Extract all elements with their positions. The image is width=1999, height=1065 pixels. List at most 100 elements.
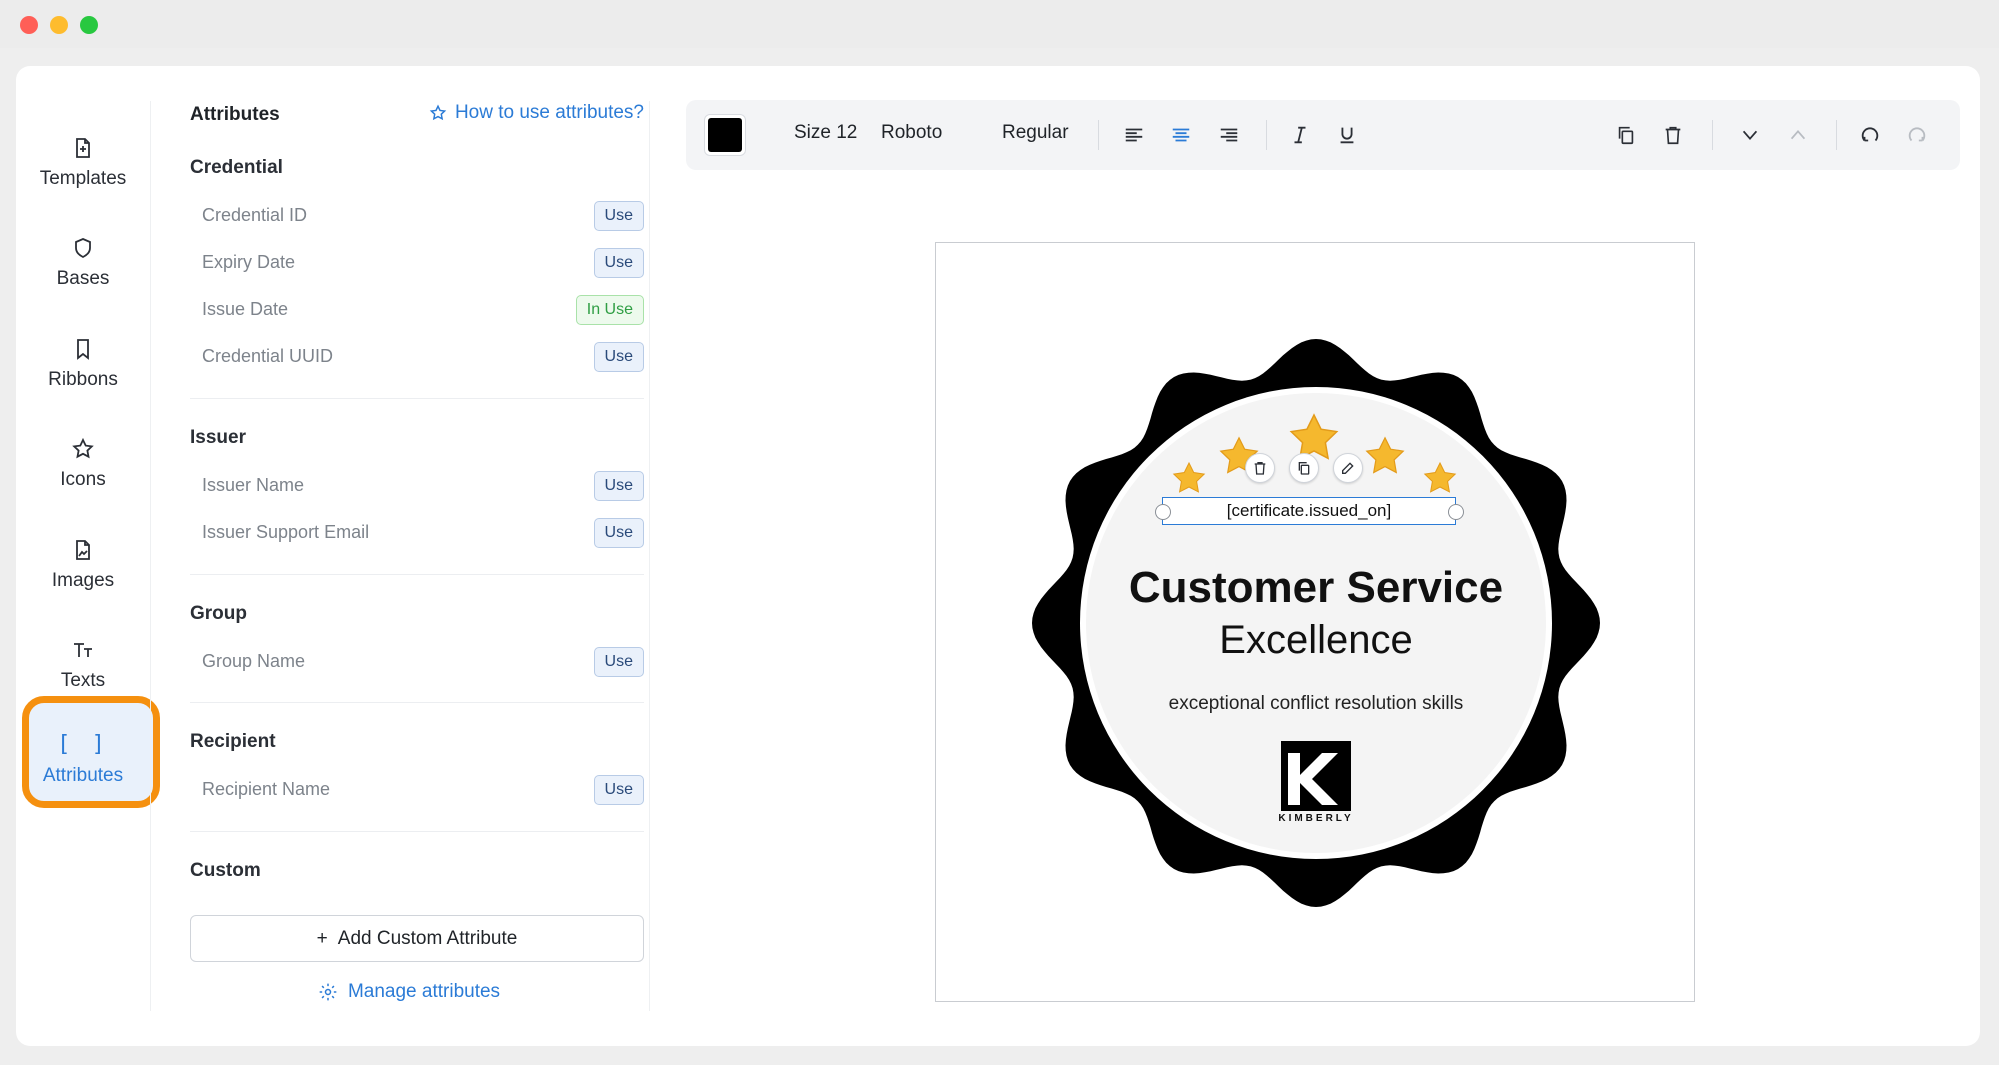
underline-button[interactable]	[1333, 121, 1361, 149]
logo-wordmark: KIMBERLY	[1278, 813, 1354, 824]
element-edit-button[interactable]	[1333, 453, 1363, 483]
duplicate-button[interactable]	[1612, 121, 1640, 149]
attribute-row: Recipient Name Use	[190, 766, 644, 813]
copy-icon	[1298, 462, 1310, 475]
align-center-icon	[1172, 128, 1190, 142]
brackets-icon: [ ]	[57, 731, 109, 757]
section-divider	[190, 398, 644, 399]
editor-card: Templates Bases Ribbons Icons Images Tex…	[16, 66, 1980, 1046]
use-button[interactable]: Use	[593, 200, 644, 231]
file-icon	[76, 138, 90, 158]
badge-title[interactable]: Customer Service	[936, 563, 1696, 613]
rail-divider	[150, 101, 151, 1011]
use-button[interactable]: Use	[593, 247, 644, 278]
sidebar-item-label: Images	[51, 570, 115, 591]
chevron-down-icon	[1742, 130, 1758, 141]
close-window-button[interactable]	[20, 16, 38, 34]
sidebar-item-bases[interactable]: Bases	[16, 218, 150, 308]
toolbar-separator	[1712, 120, 1713, 150]
sidebar-item-label: Bases	[56, 268, 110, 289]
section-title-recipient: Recipient	[190, 731, 276, 752]
element-delete-button[interactable]	[1245, 453, 1275, 483]
image-file-icon	[76, 540, 90, 560]
underline-icon	[1340, 127, 1354, 144]
align-left-button[interactable]	[1120, 121, 1148, 149]
move-down-button[interactable]	[1736, 121, 1764, 149]
section-divider	[190, 831, 644, 832]
star-icon	[72, 437, 94, 459]
minimize-window-button[interactable]	[50, 16, 68, 34]
undo-button[interactable]	[1856, 121, 1884, 149]
section-title-credential: Credential	[190, 157, 283, 178]
use-button[interactable]: Use	[593, 774, 644, 805]
redo-button[interactable]	[1903, 121, 1931, 149]
toolbar-separator	[1836, 120, 1837, 150]
maximize-window-button[interactable]	[80, 16, 98, 34]
font-size-dropdown[interactable]: Size 12	[794, 122, 857, 144]
text-color-picker[interactable]	[704, 114, 746, 156]
attribute-name: Expiry Date	[202, 252, 296, 272]
sidebar-item-images[interactable]: Images	[16, 520, 150, 610]
sidebar: Templates Bases Ribbons Icons Images Tex…	[16, 66, 160, 1046]
sidebar-item-attributes[interactable]: [ ] Attributes	[16, 714, 150, 804]
design-canvas[interactable]: [certificate.issued_on] Customer Service…	[935, 242, 1695, 1002]
attribute-row: Issuer Support Email Use	[190, 509, 644, 556]
use-button[interactable]: Use	[593, 470, 644, 501]
sidebar-item-label: Templates	[39, 168, 127, 189]
align-right-button[interactable]	[1215, 121, 1243, 149]
manage-attributes-link[interactable]: Manage attributes	[174, 981, 644, 1003]
element-duplicate-button[interactable]	[1289, 453, 1319, 483]
badge-subtitle[interactable]: Excellence	[936, 618, 1696, 663]
in-use-button[interactable]: In Use	[575, 294, 644, 325]
resize-handle-left[interactable]	[1155, 504, 1171, 520]
panel-divider	[649, 101, 650, 1011]
shield-icon	[75, 238, 91, 259]
section-title-group: Group	[190, 603, 247, 624]
how-to-use-attributes-link[interactable]: How to use attributes?	[429, 102, 644, 124]
attribute-name: Issuer Support Email	[202, 522, 370, 542]
section-title-issuer: Issuer	[190, 427, 246, 448]
section-divider	[190, 574, 644, 575]
kimberly-logo	[1281, 741, 1351, 811]
resize-handle-right[interactable]	[1448, 504, 1464, 520]
sidebar-item-label: Icons	[60, 469, 106, 490]
font-family-dropdown[interactable]: Roboto	[881, 122, 942, 144]
move-up-button[interactable]	[1784, 121, 1812, 149]
attribute-row: Expiry Date Use	[190, 239, 644, 286]
attribute-row: Credential ID Use	[190, 192, 644, 239]
sidebar-item-texts[interactable]: Texts	[16, 620, 150, 710]
selected-text-element[interactable]: [certificate.issued_on]	[1162, 497, 1456, 525]
plus-icon: +	[316, 927, 328, 949]
use-button[interactable]: Use	[593, 517, 644, 548]
align-center-button[interactable]	[1167, 121, 1195, 149]
attribute-row: Credential UUID Use	[190, 333, 644, 380]
add-custom-attribute-label: Add Custom Attribute	[337, 927, 518, 949]
chevron-up-icon	[1790, 129, 1806, 140]
delete-button[interactable]	[1659, 121, 1687, 149]
section-divider	[190, 702, 644, 703]
font-weight-dropdown[interactable]: Regular	[1002, 122, 1069, 144]
attribute-name: Recipient Name	[202, 779, 331, 799]
attribute-name: Group Name	[202, 651, 306, 671]
undo-icon	[1861, 127, 1879, 142]
trash-icon	[1254, 462, 1266, 475]
attribute-name: Credential UUID	[202, 346, 334, 366]
sidebar-item-ribbons[interactable]: Ribbons	[16, 319, 150, 409]
add-custom-attribute-button[interactable]: + Add Custom Attribute	[190, 915, 644, 962]
attribute-row: Group Name Use	[190, 638, 644, 685]
italic-icon	[1294, 126, 1306, 144]
toolbar-separator	[1098, 120, 1099, 150]
trash-icon	[1665, 126, 1681, 145]
sidebar-item-icons[interactable]: Icons	[16, 419, 150, 509]
sidebar-item-templates[interactable]: Templates	[16, 118, 150, 208]
use-button[interactable]: Use	[593, 646, 644, 677]
sidebar-item-label: Ribbons	[48, 369, 118, 390]
sidebar-item-label: Texts	[60, 670, 106, 691]
help-link-text: How to use attributes?	[454, 102, 644, 123]
align-left-icon	[1125, 128, 1143, 142]
badge-description[interactable]: exceptional conflict resolution skills	[936, 693, 1696, 715]
star-outline-icon	[429, 104, 447, 121]
italic-button[interactable]	[1286, 121, 1314, 149]
use-button[interactable]: Use	[593, 341, 644, 372]
section-title-custom: Custom	[190, 860, 261, 881]
